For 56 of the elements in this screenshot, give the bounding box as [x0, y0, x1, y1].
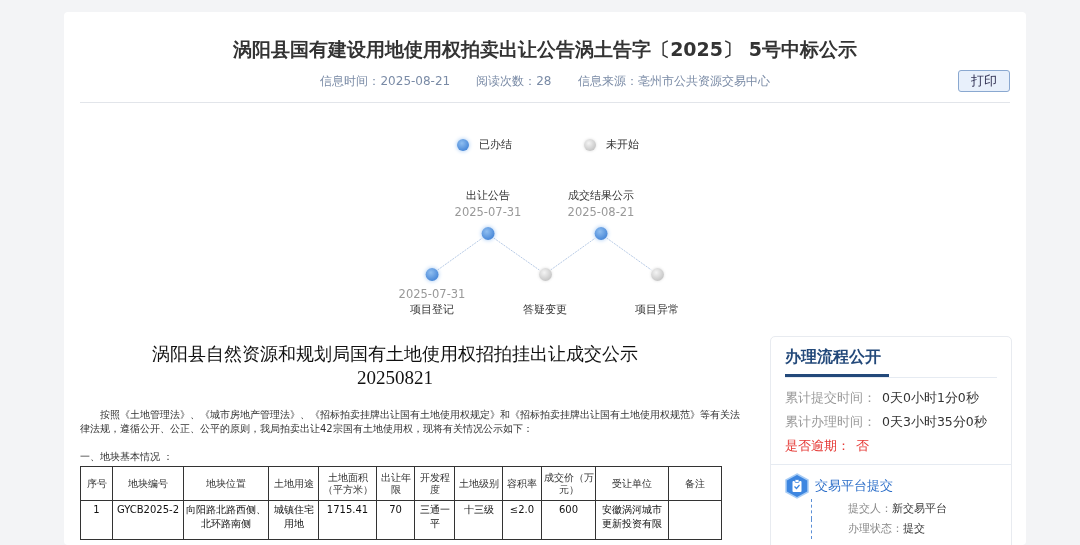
column-header: 成交价（万元）: [541, 466, 596, 501]
connector-line: [606, 237, 652, 271]
column-header: 地块编号: [112, 466, 184, 501]
table-cell: 向阳路北路西侧、北环路南侧: [183, 500, 269, 540]
table-cell: 1715.41: [318, 500, 377, 540]
column-header: 出让年限: [376, 466, 415, 501]
connector-line: [437, 237, 483, 271]
step-label: 成交结果公示: [568, 188, 634, 204]
column-header: 土地级别: [454, 466, 503, 501]
stat-value: 否: [856, 437, 869, 455]
meta-info: 信息来源：亳州市公共资源交易中心: [577, 72, 770, 90]
legend-label: 已办结: [479, 137, 512, 152]
stat-label: 是否逾期：: [785, 437, 850, 455]
table-cell: GYCB2025-2: [112, 500, 184, 540]
step-field: 办理状态：提交: [811, 519, 1011, 539]
table-cell: 三通一平: [414, 500, 455, 540]
column-header: 土地面积（平方米）: [318, 466, 377, 501]
legend-label: 未开始: [606, 137, 639, 152]
column-header: 容积率: [502, 466, 542, 501]
print-button[interactable]: 打印: [958, 70, 1010, 92]
section-heading: 一、地块基本情况 ：: [80, 450, 175, 464]
clipboard-icon: [785, 473, 809, 499]
column-header: 开发程度: [414, 466, 455, 501]
step-label: 项目登记: [410, 302, 454, 318]
stat-label: 累计办理时间：: [785, 413, 876, 431]
column-header: 地块位置: [183, 466, 269, 501]
intro-paragraph: 按照《土地管理法》、《城市房地产管理法》、《招标拍卖挂牌出让国有土地使用权规定》和《招标拍卖挂牌出让国有土地使用权规范》等有关法律法规，遵循公开、公正、公平的原则，我局拍卖出让42宗国有土地使用权，现将有关情况公示如下：: [80, 408, 740, 436]
table-cell: 十三级: [454, 500, 503, 540]
column-header: 序号: [80, 466, 113, 501]
step-label: 出让公告: [466, 188, 510, 204]
meta-info: 信息时间：2025-08-21: [320, 72, 451, 90]
step-title: 交易平台提交: [815, 477, 893, 495]
table-cell: 1: [80, 500, 113, 540]
stat-value: 0天3小时35分0秒: [882, 413, 987, 431]
column-header: 备注: [668, 466, 722, 501]
document-title: 涡阳县自然资源和规划局国有土地使用权招拍挂出让成交公示: [151, 342, 639, 366]
table-cell: 70: [376, 500, 415, 540]
table-cell: 600: [541, 500, 596, 540]
step-date: 2025-07-31: [398, 286, 466, 302]
step-date: 2025-07-31: [454, 204, 522, 220]
stat-label: 累计提交时间：: [785, 389, 876, 407]
table-cell: ≤2.0: [502, 500, 542, 540]
page-title: 涡阳县国有建设用地使用权拍卖出让公告涡土告字〔2025〕 5号中标公示: [232, 37, 858, 62]
meta-info: 阅读次数：28: [476, 72, 552, 90]
step-date: 2025-08-21: [567, 204, 635, 220]
stat-value: 0天0小时1分0秒: [882, 389, 979, 407]
connector-line: [493, 237, 540, 271]
table-cell: 安徽涡河城市更新投资有限: [595, 500, 669, 540]
step-field: 提交人：新交易平台: [811, 499, 1011, 519]
step-label: 项目异常: [635, 302, 679, 318]
step-label: 答疑变更: [523, 302, 567, 318]
column-header: 土地用途: [268, 466, 319, 501]
table-cell: 城镇住宅用地: [268, 500, 319, 540]
column-header: 受让单位: [595, 466, 669, 501]
connector-line: [550, 237, 596, 271]
document-date: 20250821: [356, 366, 434, 390]
